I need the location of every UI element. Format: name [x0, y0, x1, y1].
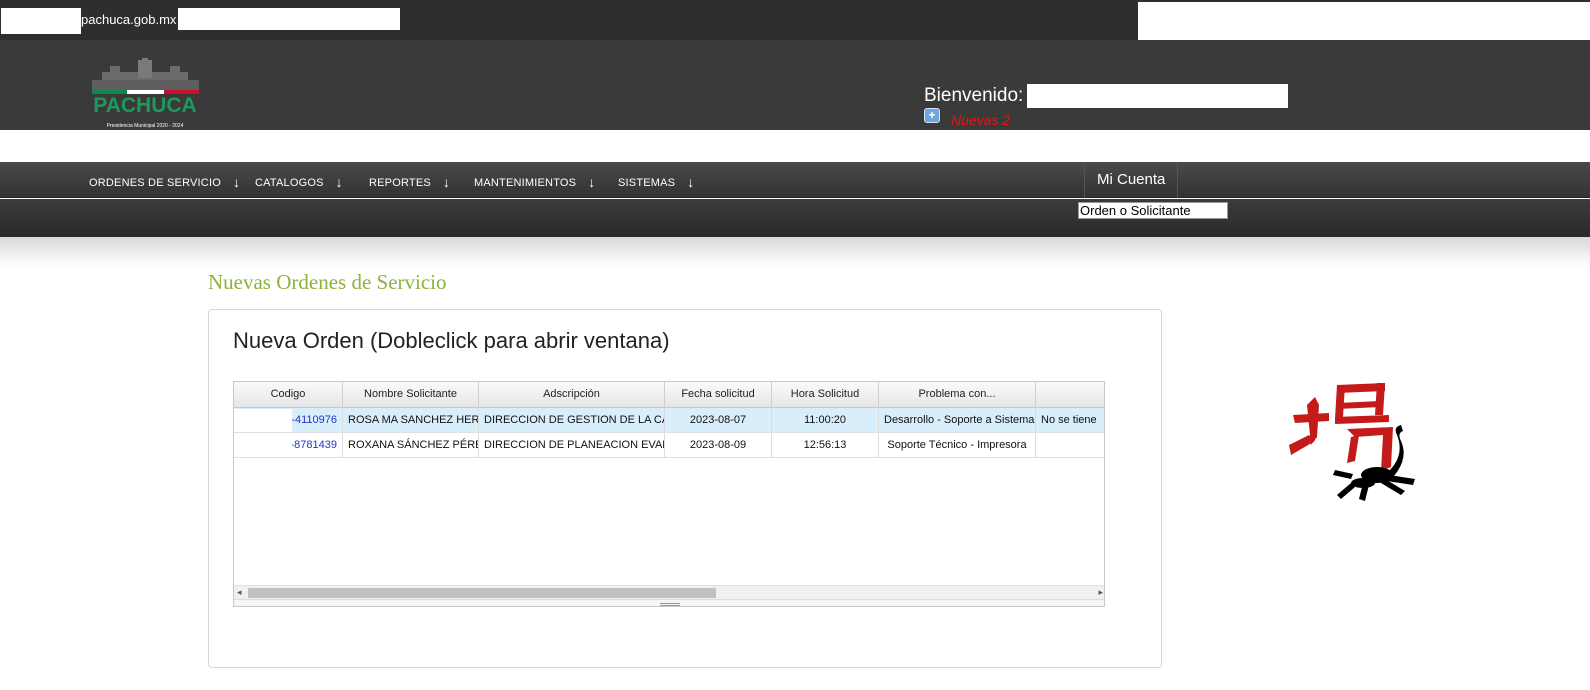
- scroll-right-icon[interactable]: ▸: [1098, 587, 1103, 598]
- cell-nombre: ROXANA SÁNCHEZ PÉREZ: [343, 433, 479, 457]
- scroll-left-icon[interactable]: ◂: [237, 587, 242, 598]
- cell-problema: Desarrollo - Soporte a Sistema: [879, 408, 1036, 432]
- my-account-menu[interactable]: Mi Cuenta: [1084, 162, 1179, 198]
- sub-nav: [0, 199, 1590, 237]
- codigo-link[interactable]: -4110976: [291, 414, 337, 426]
- grid-resize-handle[interactable]: [234, 599, 1104, 606]
- table-row[interactable]: -4110976 ROSA MA SANCHEZ HERNANDEZ DIREC…: [234, 408, 1104, 433]
- cell-adscripcion: DIRECCION DE GESTION DE LA CALIDAD: [479, 408, 665, 432]
- cell-extra: No se tiene: [1036, 408, 1104, 432]
- redacted-username: [1027, 84, 1288, 108]
- nav-item-label: ORDENES DE SERVICIO: [89, 177, 221, 189]
- section-title: Nuevas Ordenes de Servicio: [208, 270, 447, 294]
- grid-header: Codigo Nombre Solicitante Adscripción Fe…: [234, 382, 1104, 408]
- cell-hora: 11:00:20: [772, 408, 879, 432]
- cell-codigo[interactable]: -8781439: [234, 433, 343, 457]
- table-row[interactable]: -8781439 ROXANA SÁNCHEZ PÉREZ DIRECCION …: [234, 433, 1104, 458]
- shadow-band: [0, 237, 1590, 267]
- panel-title: Nueva Orden (Dobleclick para abrir venta…: [233, 328, 670, 353]
- column-header-nombre[interactable]: Nombre Solicitante: [343, 382, 479, 408]
- grip-icon: [660, 603, 680, 606]
- orders-grid[interactable]: Codigo Nombre Solicitante Adscripción Fe…: [233, 381, 1105, 607]
- nav-item-catalogos[interactable]: CATALOGOS ↓: [255, 173, 343, 190]
- column-header-adscripcion[interactable]: Adscripción: [479, 382, 665, 408]
- cell-nombre: ROSA MA SANCHEZ HERNANDEZ: [343, 408, 479, 432]
- header-spacer: [0, 130, 1590, 162]
- down-arrow-icon: ↓: [442, 174, 451, 190]
- cell-hora: 12:56:13: [772, 433, 879, 457]
- logo-text: PACHUCA: [93, 94, 196, 117]
- redacted-block: [178, 8, 400, 30]
- scorpion-logo: [1289, 383, 1415, 501]
- down-arrow-icon: ↓: [232, 174, 241, 190]
- logo-subtext: Presidencia Municipal 2020 - 2024: [107, 123, 184, 129]
- redacted-block: [234, 434, 292, 457]
- pachuca-logo[interactable]: PACHUCA Presidencia Municipal 2020 - 202…: [88, 58, 203, 136]
- nav-item-label: MANTENIMIENTOS: [474, 177, 577, 189]
- codigo-link[interactable]: -8781439: [291, 439, 338, 451]
- plus-square-icon[interactable]: +: [924, 108, 940, 123]
- redacted-block: [234, 409, 292, 432]
- nav-item-label: REPORTES: [369, 177, 431, 189]
- redacted-block: [1, 8, 81, 34]
- column-header-problema[interactable]: Problema con...: [879, 382, 1036, 408]
- redacted-block: [1138, 2, 1590, 43]
- site-header: PACHUCA Presidencia Municipal 2020 - 202…: [0, 40, 1590, 130]
- new-order-panel: Nueva Orden (Dobleclick para abrir venta…: [208, 309, 1162, 668]
- column-header-extra[interactable]: [1036, 382, 1104, 408]
- domain-text: pachuca.gob.mx: [81, 12, 177, 27]
- cell-codigo[interactable]: -4110976: [234, 408, 343, 432]
- column-header-hora[interactable]: Hora Solicitud: [772, 382, 879, 408]
- nav-item-label: CATALOGOS: [255, 177, 324, 189]
- column-header-fecha[interactable]: Fecha solicitud: [665, 382, 772, 408]
- welcome-label: Bienvenido:: [924, 85, 1024, 106]
- cell-extra: [1036, 433, 1104, 457]
- scrollbar-thumb[interactable]: [248, 588, 716, 598]
- new-orders-count-link[interactable]: Nuevas 2: [951, 112, 1010, 128]
- cell-adscripcion: DIRECCION DE PLANEACION EVALUACION: [479, 433, 665, 457]
- address-strip: pachuca.gob.mx: [0, 0, 1590, 43]
- nav-item-ordenes[interactable]: ORDENES DE SERVICIO ↓: [89, 173, 241, 190]
- nav-item-sistemas[interactable]: SISTEMAS ↓: [618, 173, 695, 190]
- cell-fecha: 2023-08-09: [665, 433, 772, 457]
- search-input[interactable]: [1078, 202, 1228, 219]
- nav-item-reportes[interactable]: REPORTES ↓: [369, 173, 451, 190]
- nav-item-mantenimientos[interactable]: MANTENIMIENTOS ↓: [474, 173, 596, 190]
- nav-item-label: SISTEMAS: [618, 177, 676, 189]
- column-header-codigo[interactable]: Codigo: [234, 382, 343, 408]
- cell-problema: Soporte Técnico - Impresora: [879, 433, 1036, 457]
- main-nav: ORDENES DE SERVICIO ↓ CATALOGOS ↓ REPORTES…: [0, 162, 1590, 198]
- down-arrow-icon: ↓: [588, 174, 596, 190]
- horizontal-scrollbar[interactable]: ◂ ▸: [234, 585, 1104, 599]
- down-arrow-icon: ↓: [335, 174, 343, 190]
- down-arrow-icon: ↓: [687, 174, 695, 190]
- cell-fecha: 2023-08-07: [665, 408, 772, 432]
